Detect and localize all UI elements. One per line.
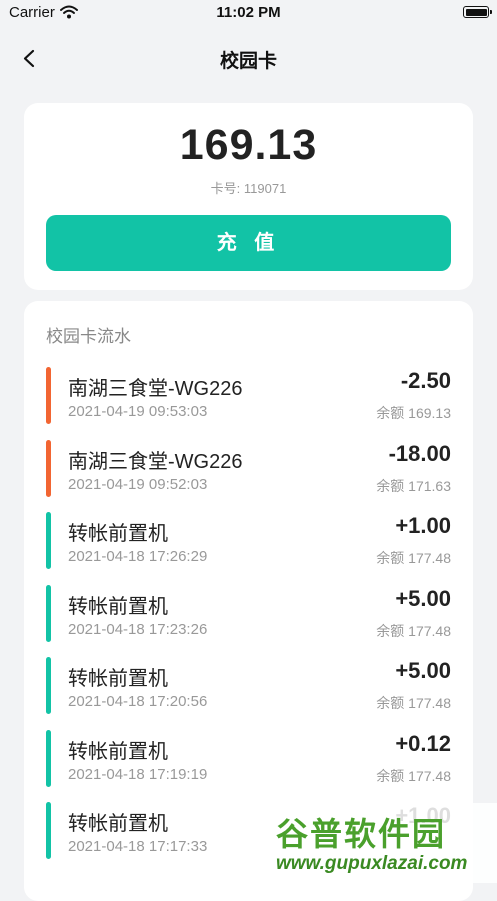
transaction-merchant: 南湖三食堂-WG226: [68, 378, 243, 400]
transaction-merchant: 转帐前置机: [68, 813, 168, 835]
status-time: 11:02 PM: [216, 4, 281, 21]
status-bar: Carrier 11:02 PM: [0, 0, 497, 28]
transaction-balance: 余额 177.48: [376, 767, 451, 784]
transaction-type-indicator: [46, 584, 51, 642]
transaction-merchant: 南湖三食堂-WG226: [68, 450, 243, 473]
transaction-row[interactable]: 南湖三食堂-WG226 2021-04-19 09:52:03 -18.00 余额 1…: [24, 439, 473, 498]
transaction-datetime: 2021-04-19 09:53:03: [68, 403, 208, 420]
transaction-amount: -18.00: [388, 440, 451, 466]
balance-amount: 169.13: [179, 121, 318, 169]
transaction-merchant: 转帐前置机: [68, 523, 168, 545]
card-number: 卡号: 119071: [210, 181, 287, 196]
transaction-row[interactable]: 转帐前置机 2021-04-18 17:19:19 +0.12 余额 177.48: [24, 729, 473, 788]
transaction-row[interactable]: 转帐前置机 2021-04-18 17:20:56 +5.00 余额 177.48: [24, 657, 473, 715]
transaction-type-indicator: [46, 439, 51, 497]
transaction-row[interactable]: 转帐前置机 2021-04-18 17:26:29 +1.00 余额 177.48: [24, 512, 473, 570]
transaction-balance: 余额 171.63: [376, 477, 451, 494]
transaction-amount: +1.00: [395, 513, 451, 538]
recharge-button[interactable]: 充 值: [46, 215, 451, 271]
watermark-url: www.gupuxlazai.com: [276, 853, 468, 874]
balance-card: 169.13 卡号: 119071 充 值: [24, 103, 473, 290]
transaction-balance: 余额 177.48: [376, 622, 451, 639]
battery-icon: [463, 6, 492, 18]
watermark-text: 谷普软件园: [276, 816, 447, 852]
transaction-type-indicator: [46, 802, 51, 859]
transaction-type-indicator: [46, 729, 51, 787]
nav-bar: 校园卡: [0, 36, 497, 80]
transaction-datetime: 2021-04-18 17:26:29: [68, 548, 208, 565]
transaction-balance: 余额 169.13: [376, 405, 451, 421]
transaction-datetime: 2021-04-18 17:19:19: [68, 765, 208, 783]
transaction-merchant: 转帐前置机: [68, 595, 168, 618]
transaction-balance: 余额 177.48: [376, 550, 451, 566]
transaction-datetime: 2021-04-19 09:52:03: [68, 475, 208, 493]
transaction-datetime: 2021-04-18 17:23:26: [68, 620, 208, 638]
transaction-merchant: 转帐前置机: [68, 668, 168, 690]
transaction-type-indicator: [46, 512, 51, 569]
transaction-amount: -2.50: [400, 368, 451, 393]
transaction-type-indicator: [46, 657, 51, 714]
transaction-datetime: 2021-04-18 17:17:33: [68, 838, 208, 855]
watermark: 谷普软件园 www.gupuxlazai.com: [270, 803, 497, 883]
page-title: 校园卡: [219, 51, 277, 72]
transaction-merchant: 转帐前置机: [68, 740, 168, 763]
transaction-balance: 余额 177.48: [376, 695, 451, 711]
transaction-amount: +5.00: [395, 658, 451, 683]
transaction-row[interactable]: 南湖三食堂-WG226 2021-04-19 09:53:03 -2.50 余额 16…: [24, 367, 473, 425]
transaction-datetime: 2021-04-18 17:20:56: [68, 693, 208, 710]
transactions-title: 校园卡流水: [46, 327, 131, 346]
transaction-type-indicator: [46, 367, 51, 424]
transaction-row[interactable]: 转帐前置机 2021-04-18 17:23:26 +5.00 余额 177.48: [24, 584, 473, 643]
transaction-amount: +5.00: [395, 585, 451, 611]
transaction-amount: +0.12: [395, 730, 451, 756]
